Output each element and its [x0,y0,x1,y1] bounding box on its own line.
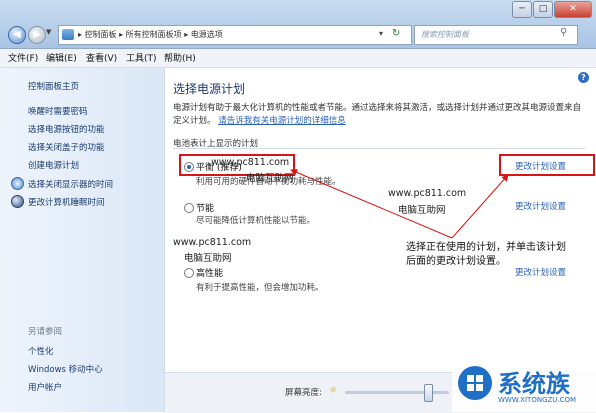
windows-logo-icon [458,366,492,400]
annotation-line-1: 选择正在使用的计划，并单击该计划 [406,242,566,253]
watermark-name: 电脑互助网 [246,173,294,184]
watermark-name: 电脑互助网 [184,253,232,264]
site-logo: 系统族 WWW.XITONGZU.COM [452,360,596,412]
logo-text: 系统族 [498,370,570,398]
watermark-name: 电脑互助网 [398,205,446,216]
arrow-to-change-settings [451,174,509,239]
watermark-url: www.pc811.com [211,157,290,168]
annotation-line-2: 后面的更改计划设置。 [406,256,506,267]
watermark-url: www.pc811.com [388,188,467,199]
annotation-arrows [290,169,509,239]
watermark-url: www.pc811.com [173,237,252,248]
logo-url: WWW.XITONGZU.COM [498,396,577,404]
